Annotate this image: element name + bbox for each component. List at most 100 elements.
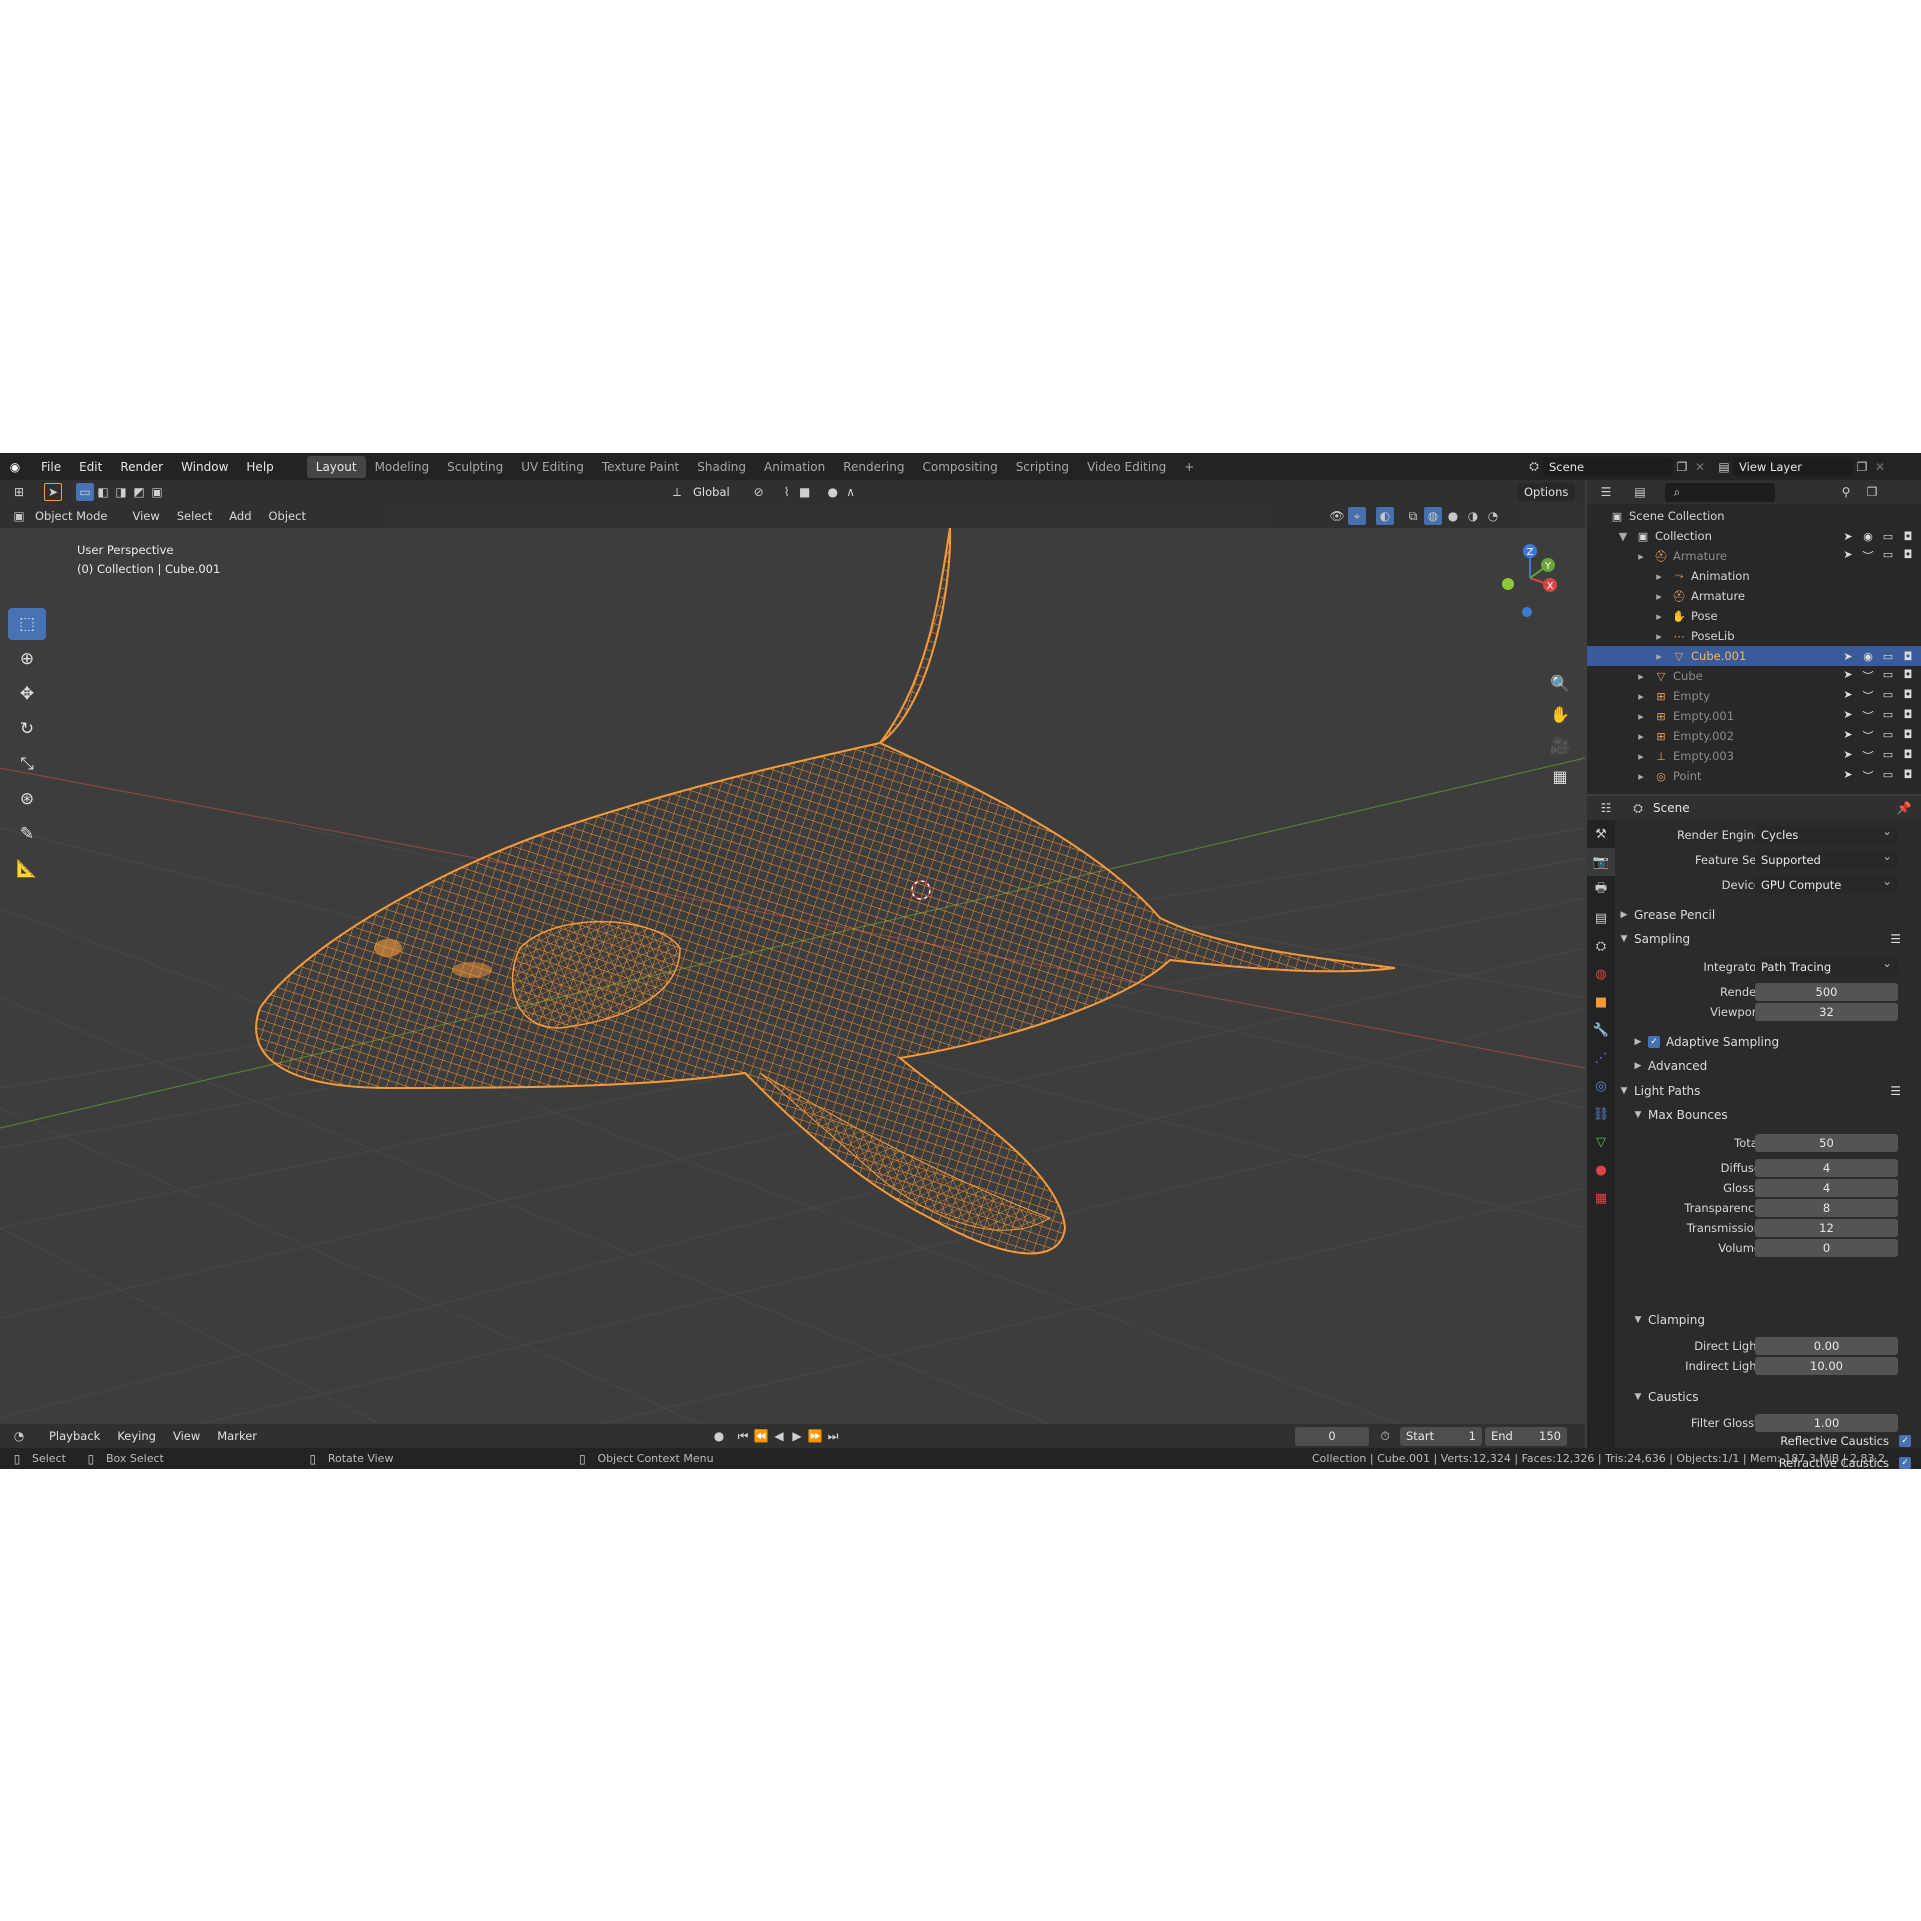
expand-arrow-icon[interactable]: ▸ (1633, 550, 1649, 563)
physics-tab-icon[interactable]: ◎ (1587, 1072, 1615, 1100)
outliner-row[interactable]: ▸ ◎ Point ➤ ︶ ▭ ◘ (1587, 766, 1921, 786)
add-workspace-button[interactable]: + (1175, 456, 1203, 478)
eye-icon[interactable]: ︶ (1859, 548, 1877, 564)
expand-arrow-icon[interactable]: ▸ (1633, 770, 1649, 783)
outliner-editor-icon[interactable]: ☰ (1597, 483, 1615, 501)
menu-select[interactable]: Select (170, 507, 219, 525)
tab-animation[interactable]: Animation (755, 456, 834, 478)
menu-render[interactable]: Render (111, 460, 172, 474)
stopwatch-icon[interactable]: ⏱ (1376, 1427, 1394, 1445)
monitor-icon[interactable]: ▭ (1879, 768, 1897, 784)
caustics-panel[interactable]: ▼ Caustics (1617, 1386, 1921, 1408)
refractive-caustics-row[interactable]: Refractive Caustics ✓ (1779, 1456, 1911, 1469)
expand-arrow-icon[interactable]: ▸ (1633, 730, 1649, 743)
delete-scene-icon[interactable]: ✕ (1691, 458, 1709, 476)
menu-window[interactable]: Window (172, 460, 237, 474)
monitor-icon[interactable]: ▭ (1879, 668, 1897, 684)
select-arrow-icon[interactable]: ➤ (1839, 548, 1857, 564)
pan-hand-icon[interactable]: ✋ (1545, 699, 1575, 730)
current-frame-field[interactable]: 0 (1295, 1426, 1369, 1446)
expand-arrow-icon[interactable]: ▸ (1651, 630, 1667, 643)
sampling-panel[interactable]: ▼ Sampling ☰ (1617, 928, 1921, 950)
expand-arrow-icon[interactable]: ▸ (1651, 590, 1667, 603)
camera-icon[interactable]: ◘ (1899, 708, 1917, 724)
light-paths-panel[interactable]: ▼ Light Paths ☰ (1617, 1080, 1921, 1102)
menu-marker[interactable]: Marker (210, 1427, 264, 1445)
eye-icon[interactable]: ︶ (1859, 728, 1877, 744)
monitor-icon[interactable]: ▭ (1879, 548, 1897, 564)
menu-object[interactable]: Object (262, 507, 313, 525)
outliner-row[interactable]: ▸ ⋯ PoseLib (1587, 626, 1921, 646)
eye-icon[interactable]: ◉ (1859, 650, 1877, 663)
monitor-icon[interactable]: ▭ (1879, 688, 1897, 704)
view-layer-selector[interactable]: View Layer (1733, 457, 1853, 476)
editor-type-icon[interactable]: ⊞ (10, 483, 28, 501)
outliner-scene-collection[interactable]: ▣ Scene Collection (1587, 506, 1921, 526)
3d-viewport[interactable]: User Perspective (0) Collection | Cube.0… (0, 528, 1585, 1424)
tab-shading[interactable]: Shading (688, 456, 755, 478)
camera-icon[interactable]: ◘ (1899, 748, 1917, 764)
camera-icon[interactable]: ◘ (1899, 650, 1917, 663)
grease-pencil-panel[interactable]: ▶ Grease Pencil (1617, 904, 1921, 926)
scale-tool-icon[interactable]: ⤡ (8, 748, 46, 780)
select-arrow-icon[interactable]: ➤ (1839, 748, 1857, 764)
outliner-row[interactable]: ▸ ▽ Cube ➤ ︶ ▭ ◘ (1587, 666, 1921, 686)
outliner-row[interactable]: ▸ ▽ Cube.001 ➤ ◉ ▭ ◘ (1587, 646, 1921, 666)
adaptive-sampling-panel[interactable]: ▶ ✓ Adaptive Sampling (1617, 1031, 1921, 1053)
outliner-row[interactable]: ▼ ▣ Collection ➤ ◉ ▭ ◘ (1587, 526, 1921, 546)
camera-icon[interactable]: ◘ (1899, 688, 1917, 704)
clock-icon[interactable]: ◔ (10, 1427, 28, 1445)
menu-timeline-view[interactable]: View (166, 1427, 207, 1445)
refractive-caustics-checkbox[interactable]: ✓ (1899, 1457, 1911, 1469)
outliner-row[interactable]: ▸ ⊞ Empty.002 ➤ ︶ ▭ ◘ (1587, 726, 1921, 746)
move-tool-icon[interactable]: ✥ (8, 678, 46, 710)
pin-icon[interactable]: 📌 (1895, 799, 1913, 817)
viewport-samples-field[interactable]: 32 (1755, 1003, 1898, 1021)
eye-icon[interactable]: ︶ (1859, 688, 1877, 704)
select-box-tool-icon[interactable]: ⬚ (8, 608, 46, 640)
orca-mesh[interactable] (255, 528, 1396, 1255)
prev-keyframe-icon[interactable]: ⏪ (752, 1427, 770, 1445)
tab-rendering[interactable]: Rendering (834, 456, 913, 478)
render-engine-dropdown[interactable]: Cycles (1755, 824, 1898, 844)
tab-modeling[interactable]: Modeling (366, 456, 439, 478)
monitor-icon[interactable]: ▭ (1879, 708, 1897, 724)
expand-arrow-icon[interactable]: ▸ (1633, 710, 1649, 723)
solid-shading-icon[interactable]: ● (1444, 507, 1462, 525)
wireframe-shading-icon[interactable]: ◍ (1424, 507, 1442, 525)
display-mode-icon[interactable]: ▤ (1631, 483, 1649, 501)
start-frame-field[interactable]: Start 1 (1400, 1426, 1482, 1446)
menu-keying[interactable]: Keying (110, 1427, 163, 1445)
zoom-icon[interactable]: 🔍 (1545, 668, 1575, 699)
mode-invert-icon[interactable]: ◩ (130, 483, 148, 501)
transform-tool-icon[interactable]: ⊛ (8, 783, 46, 815)
monitor-icon[interactable]: ▭ (1879, 650, 1897, 663)
device-dropdown[interactable]: GPU Compute (1755, 874, 1898, 894)
scene-selector[interactable]: Scene (1543, 457, 1673, 476)
expand-arrow-icon[interactable]: ▸ (1633, 750, 1649, 763)
menu-edit[interactable]: Edit (70, 460, 111, 474)
options-dropdown[interactable]: Options (1517, 483, 1576, 501)
camera-icon[interactable]: ◘ (1899, 668, 1917, 684)
max-bounces-panel[interactable]: ▼ Max Bounces (1617, 1104, 1921, 1126)
select-tool-icon[interactable]: ➤ (44, 483, 62, 501)
outliner-row[interactable]: ▸ ✋ Pose (1587, 606, 1921, 626)
menu-playback[interactable]: Playback (42, 1427, 107, 1445)
menu-help[interactable]: Help (237, 460, 282, 474)
jump-start-icon[interactable]: ⏮ (734, 1427, 752, 1445)
select-arrow-icon[interactable]: ➤ (1839, 650, 1857, 663)
camera-icon[interactable]: ◘ (1899, 768, 1917, 784)
select-arrow-icon[interactable]: ➤ (1839, 668, 1857, 684)
data-tab-icon[interactable]: ▽ (1587, 1128, 1615, 1156)
camera-icon[interactable]: ◘ (1899, 530, 1917, 543)
measure-tool-icon[interactable]: 📐 (8, 853, 46, 885)
select-arrow-icon[interactable]: ➤ (1839, 708, 1857, 724)
monitor-icon[interactable]: ▭ (1879, 728, 1897, 744)
xray-toggle-icon[interactable]: ⧉ (1404, 507, 1422, 525)
bounce-field[interactable]: 4 (1755, 1159, 1898, 1177)
filter-glossy-field[interactable]: 1.00 (1755, 1414, 1898, 1432)
tab-uv-editing[interactable]: UV Editing (512, 456, 593, 478)
menu-add[interactable]: Add (222, 507, 258, 525)
bounce-field[interactable]: 50 (1755, 1134, 1898, 1152)
play-icon[interactable]: ▶ (788, 1427, 806, 1445)
